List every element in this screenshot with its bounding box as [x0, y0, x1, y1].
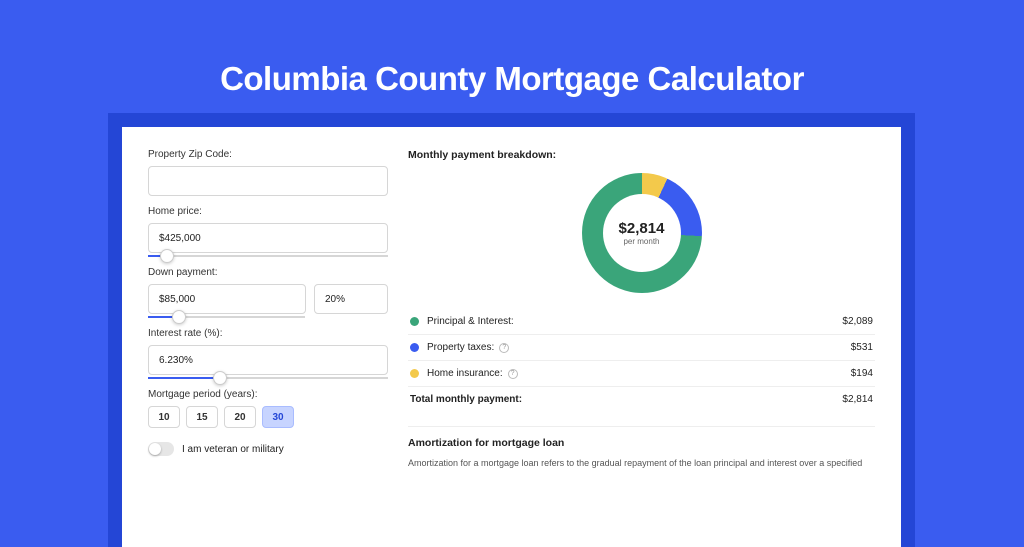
legend-label: Property taxes:?	[427, 342, 843, 353]
info-icon[interactable]: ?	[499, 343, 509, 353]
total-row: Total monthly payment: $2,814	[408, 386, 875, 412]
price-label: Home price:	[148, 206, 388, 217]
donut-center: $2,814 per month	[603, 194, 681, 272]
amortization-card: Amortization for mortgage loan Amortizat…	[408, 426, 875, 471]
period-group: 10 15 20 30	[148, 406, 388, 428]
period-option-30[interactable]: 30	[262, 406, 294, 428]
veteran-toggle[interactable]	[148, 442, 174, 456]
donut-value: $2,814	[619, 220, 665, 237]
period-option-15[interactable]: 15	[186, 406, 218, 428]
slider-thumb-icon[interactable]	[213, 371, 227, 385]
down-payment-label: Down payment:	[148, 267, 388, 278]
legend-label: Home insurance:?	[427, 368, 843, 379]
veteran-label: I am veteran or military	[182, 444, 284, 455]
legend-value: $194	[851, 368, 873, 379]
rate-slider[interactable]	[148, 377, 388, 379]
slider-thumb-icon[interactable]	[160, 249, 174, 263]
legend-label-text: Property taxes:	[427, 342, 494, 353]
info-icon[interactable]: ?	[508, 369, 518, 379]
total-label: Total monthly payment:	[410, 394, 842, 405]
amortization-body: Amortization for a mortgage loan refers …	[408, 457, 875, 471]
down-payment-slider[interactable]	[148, 316, 305, 318]
down-payment-row: $85,000 20%	[148, 284, 388, 314]
donut-chart: $2,814 per month	[408, 173, 875, 293]
period-option-10[interactable]: 10	[148, 406, 180, 428]
period-option-20[interactable]: 20	[224, 406, 256, 428]
legend-row: Home insurance:? $194	[408, 360, 875, 386]
rate-input[interactable]: 6.230%	[148, 345, 388, 375]
legend-value: $2,089	[842, 316, 873, 327]
inputs-column: Property Zip Code: Home price: $425,000 …	[148, 149, 388, 525]
legend-label-text: Home insurance:	[427, 368, 503, 379]
calculator-panel: Property Zip Code: Home price: $425,000 …	[122, 127, 901, 547]
price-slider[interactable]	[148, 255, 388, 257]
slider-fill	[148, 377, 220, 379]
down-payment-amount-input[interactable]: $85,000	[148, 284, 306, 314]
donut-ring-icon: $2,814 per month	[582, 173, 702, 293]
legend-dot-icon	[410, 369, 419, 378]
total-value: $2,814	[842, 394, 873, 405]
toggle-knob-icon	[149, 443, 161, 455]
breakdown-column: Monthly payment breakdown: $2,814 per mo…	[408, 149, 875, 525]
legend-label-text: Principal & Interest:	[427, 316, 514, 327]
zip-label: Property Zip Code:	[148, 149, 388, 160]
legend-dot-icon	[410, 317, 419, 326]
amortization-title: Amortization for mortgage loan	[408, 437, 875, 449]
legend-label: Principal & Interest:	[427, 316, 834, 327]
down-payment-percent-input[interactable]: 20%	[314, 284, 388, 314]
slider-thumb-icon[interactable]	[172, 310, 186, 324]
page-title: Columbia County Mortgage Calculator	[0, 0, 1024, 98]
legend-row: Principal & Interest: $2,089	[408, 309, 875, 334]
legend-value: $531	[851, 342, 873, 353]
legend-row: Property taxes:? $531	[408, 334, 875, 360]
donut-sublabel: per month	[623, 237, 659, 246]
period-label: Mortgage period (years):	[148, 389, 388, 400]
rate-label: Interest rate (%):	[148, 328, 388, 339]
price-input[interactable]: $425,000	[148, 223, 388, 253]
legend-dot-icon	[410, 343, 419, 352]
legend: Principal & Interest: $2,089 Property taxe…	[408, 309, 875, 386]
breakdown-title: Monthly payment breakdown:	[408, 149, 875, 161]
panel-frame: Property Zip Code: Home price: $425,000 …	[108, 113, 915, 547]
zip-input[interactable]	[148, 166, 388, 196]
veteran-row: I am veteran or military	[148, 442, 388, 456]
